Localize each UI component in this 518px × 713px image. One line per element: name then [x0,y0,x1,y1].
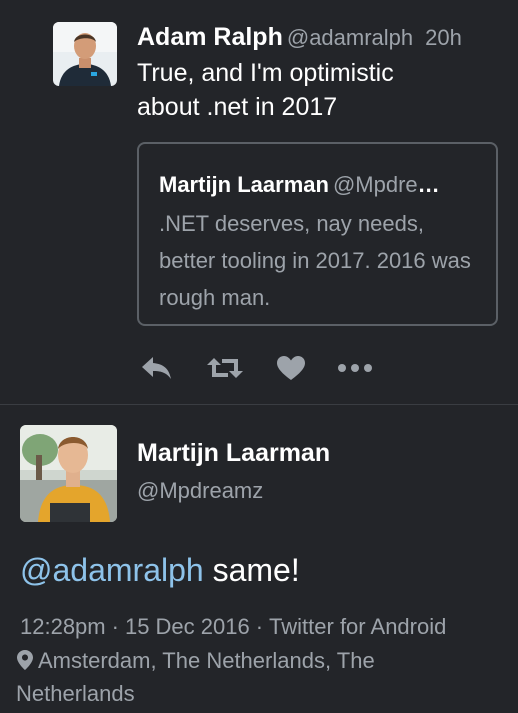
reply-icon [140,355,174,381]
quoted-author-handle: @Mpdre [332,172,418,197]
retweet-icon [206,355,244,381]
avatar[interactable] [20,425,117,522]
separator: · [111,614,119,639]
tweet-metadata: 12:28pm · 15 Dec 2016 · Twitter for Android [20,612,446,642]
location-text: Amsterdam, The Netherlands, The Netherla… [16,648,375,706]
quoted-tweet-text: .NET deserves, nay needs, better tooling… [159,211,471,310]
like-button[interactable] [271,348,311,388]
quoted-tweet[interactable]: Martijn Laarman @Mpdre… .NET deserves, na… [137,142,498,326]
tweet-text: @adamralph same! [20,548,300,592]
separator: · [255,614,264,639]
more-icon [337,363,373,373]
retweet-button[interactable] [205,348,245,388]
heart-icon [276,355,306,381]
author-name[interactable]: Adam Ralph [137,23,283,51]
tweet-time[interactable]: 20h [425,25,462,50]
mention-link[interactable]: @adamralph [20,552,204,588]
avatar[interactable] [53,22,117,86]
tweet-thread: Adam Ralph @adamralph 20h True, and I'm op… [0,0,518,713]
tweet-location[interactable]: Amsterdam, The Netherlands, The Netherla… [16,646,486,709]
location-pin-icon [16,649,34,679]
tweet-source[interactable]: Twitter for Android [269,614,446,639]
author-name[interactable]: Martijn Laarman [137,436,330,470]
author-handle[interactable]: @Mpdreamz [137,476,263,506]
author-handle[interactable]: @adamralph [287,25,413,50]
tweet-time: 12:28pm [20,614,106,639]
divider [0,404,518,405]
quoted-author-name: Martijn Laarman [159,172,329,197]
reply-tweet[interactable]: Adam Ralph @adamralph 20h True, and I'm op… [0,0,518,404]
truncation-ellipsis: … [417,172,440,197]
tweet-text-body: same! [203,552,300,588]
more-button[interactable] [335,348,375,388]
tweet-text: True, and I'm optimistic about .net in 2… [137,59,394,121]
reply-tweet-header: Adam Ralph @adamralph 20h [137,22,462,53]
reply-button[interactable] [137,348,177,388]
quoted-tweet-header: Martijn Laarman @Mpdre… [159,170,489,200]
tweet-date: 15 Dec 2016 [124,614,250,639]
